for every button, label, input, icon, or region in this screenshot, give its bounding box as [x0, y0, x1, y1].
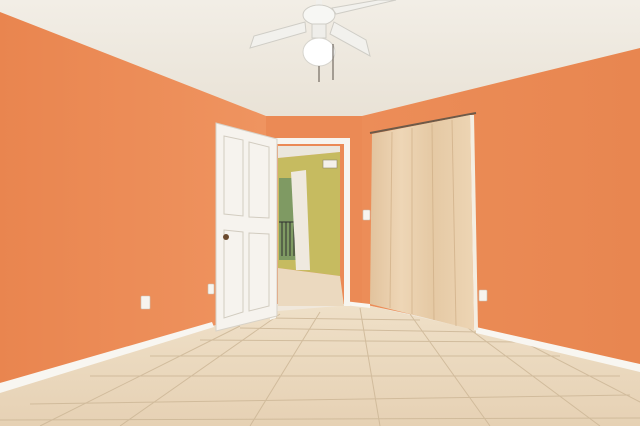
outlet-icon [140, 295, 151, 310]
outlet-icon [207, 283, 215, 295]
curtain-icon[interactable] [370, 115, 478, 330]
open-door[interactable] [215, 122, 278, 332]
curtain [370, 115, 474, 330]
fan-light-globe [302, 37, 336, 67]
hallway-vent [322, 159, 338, 169]
bedroom-photo [0, 0, 640, 426]
room-illustration [0, 0, 640, 426]
light-switch-icon[interactable] [362, 209, 371, 221]
door-panel [215, 122, 278, 332]
door-knob-icon[interactable] [223, 234, 229, 240]
outlet-icon [478, 289, 488, 302]
